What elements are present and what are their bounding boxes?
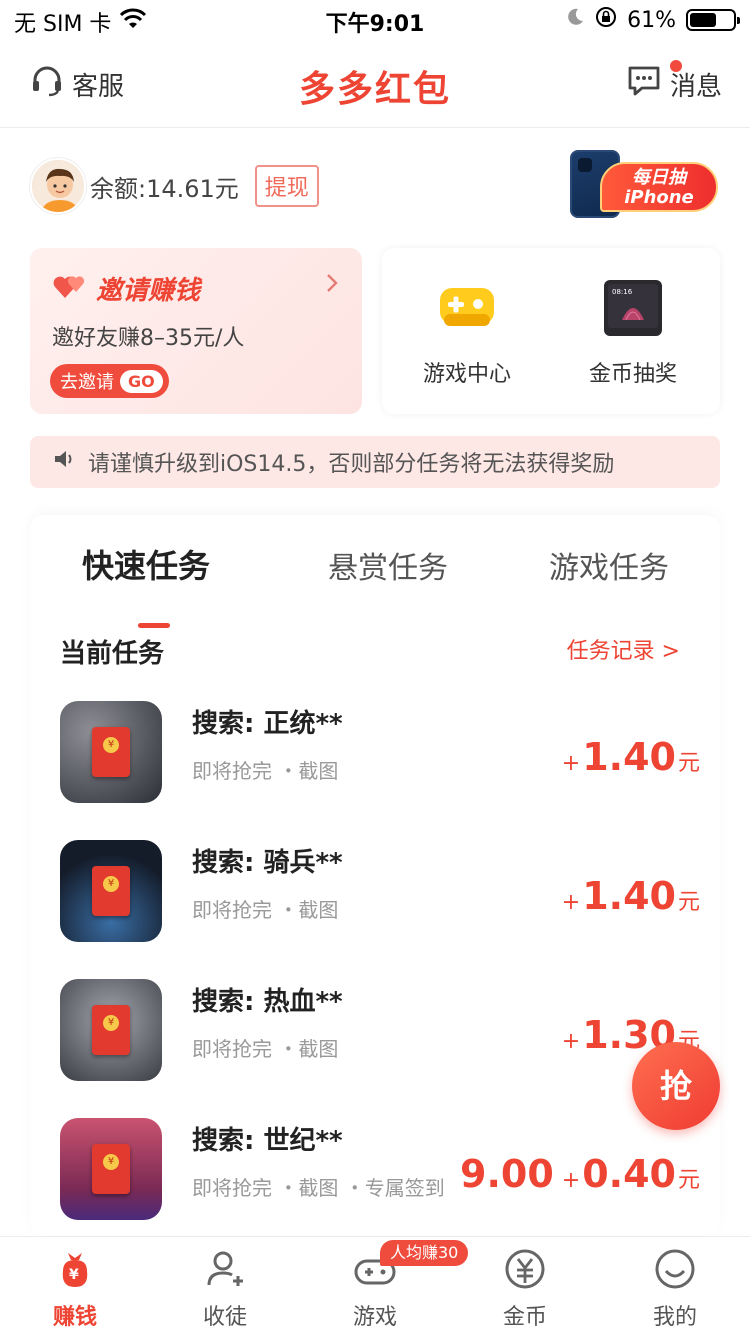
bottom-nav: ¥ 赚钱 收徒 游戏 金币 我的 bbox=[0, 1236, 750, 1334]
unread-dot bbox=[670, 60, 682, 72]
notice-text: 请谨慎升级到iOS14.5，否则部分任务将无法获得奖励 bbox=[88, 452, 615, 477]
red-envelope-icon bbox=[92, 1144, 130, 1194]
game-center-label: 游戏中心 bbox=[422, 362, 511, 387]
task-thumbnail bbox=[60, 701, 162, 803]
chevron-right-icon bbox=[324, 272, 340, 300]
balance-amount: 余额:14.61元 bbox=[90, 174, 239, 203]
reward-value: 1.40 bbox=[582, 735, 676, 779]
money-bag-icon: ¥ bbox=[51, 1245, 99, 1293]
svg-text:¥: ¥ bbox=[69, 1267, 79, 1283]
task-item[interactable]: 搜索: 世纪** 即将抢完 ・截图 ・专属签到 9.00 + 0.40 元 bbox=[60, 1118, 700, 1228]
go-invite-button[interactable]: 去邀请 GO bbox=[50, 364, 169, 398]
red-envelope-icon bbox=[92, 866, 130, 916]
rotation-lock-icon bbox=[595, 6, 617, 34]
balance-row: 余额:14.61元 提现 bbox=[30, 158, 319, 214]
reward-plus: + bbox=[561, 890, 581, 915]
section-title: 当前任务 bbox=[60, 639, 165, 669]
nav-coins[interactable]: 金币 bbox=[450, 1245, 600, 1331]
speaker-icon bbox=[52, 447, 76, 477]
app-header: 客服 多多红包 消息 bbox=[0, 42, 750, 128]
reward-plus: + bbox=[561, 751, 581, 776]
tools-card: 游戏中心 08:16 金币抽奖 bbox=[382, 248, 720, 414]
nav-recruit[interactable]: 收徒 bbox=[150, 1245, 300, 1331]
grab-button[interactable]: 抢 bbox=[632, 1042, 720, 1130]
nav-profile-label: 我的 bbox=[652, 1305, 697, 1330]
nav-coins-label: 金币 bbox=[502, 1305, 547, 1330]
smart-display-icon: 08:16 bbox=[600, 274, 666, 340]
coin-lottery-label: 金币抽奖 bbox=[588, 362, 677, 387]
task-meta: 即将抢完 ・截图 bbox=[192, 898, 339, 922]
notice-bar: 请谨慎升级到iOS14.5，否则部分任务将无法获得奖励 bbox=[30, 436, 720, 488]
tab-game-tasks[interactable]: 游戏任务 bbox=[549, 543, 669, 587]
nav-earn-label: 赚钱 bbox=[52, 1305, 97, 1330]
status-bar: 无 SIM 卡 下午9:01 61% bbox=[0, 0, 750, 42]
task-panel: 快速任务 悬赏任务 游戏任务 当前任务 任务记录 > 搜索: 正统** 即将抢完… bbox=[30, 515, 720, 1235]
svg-text:08:16: 08:16 bbox=[612, 288, 633, 296]
task-reward: 9.00 + 0.40 元 bbox=[460, 1152, 700, 1196]
add-user-icon bbox=[201, 1245, 249, 1293]
invite-title: 邀请赚钱 bbox=[96, 276, 201, 306]
task-reward: + 1.40 元 bbox=[562, 735, 700, 779]
withdraw-button[interactable]: 提现 bbox=[254, 165, 319, 207]
task-thumbnail bbox=[60, 1118, 162, 1220]
nav-games-badge: 人均赚30 bbox=[380, 1240, 469, 1266]
reward-plus: + bbox=[561, 1168, 581, 1193]
task-item[interactable]: 搜索: 正统** 即将抢完 ・截图 + 1.40 元 bbox=[60, 701, 700, 811]
smiley-icon bbox=[651, 1245, 699, 1293]
nav-recruit-label: 收徒 bbox=[202, 1305, 247, 1330]
promo-line1: 每日抽 bbox=[632, 167, 686, 188]
chat-bubble-icon bbox=[626, 64, 662, 105]
task-meta: 即将抢完 ・截图 ・专属签到 bbox=[192, 1176, 445, 1200]
reward-plus: + bbox=[561, 1029, 581, 1054]
task-history-link[interactable]: 任务记录 > bbox=[567, 633, 680, 665]
battery-percentage: 61% bbox=[627, 7, 676, 33]
reward-extra-value: 9.00 bbox=[460, 1152, 554, 1196]
go-invite-label: 去邀请 bbox=[60, 372, 114, 393]
nav-earn[interactable]: ¥ 赚钱 bbox=[0, 1245, 150, 1331]
gamepad-icon bbox=[434, 274, 500, 340]
task-meta: 即将抢完 ・截图 bbox=[192, 759, 339, 783]
task-tabs: 快速任务 悬赏任务 游戏任务 bbox=[30, 541, 720, 628]
avatar[interactable] bbox=[30, 158, 86, 214]
nav-games-label: 游戏 bbox=[352, 1305, 397, 1330]
reward-unit: 元 bbox=[677, 890, 700, 915]
reward-unit: 元 bbox=[677, 1168, 700, 1193]
promo-badge: 每日抽 iPhone bbox=[600, 162, 718, 212]
nav-profile[interactable]: 我的 bbox=[600, 1245, 750, 1331]
task-item[interactable]: 搜索: 骑兵** 即将抢完 ・截图 + 1.40 元 bbox=[60, 840, 700, 950]
invite-subtitle: 邀好友赚8–35元/人 bbox=[52, 326, 245, 351]
tab-bounty-tasks[interactable]: 悬赏任务 bbox=[328, 543, 448, 587]
red-envelope-icon bbox=[92, 1005, 130, 1055]
active-tab-indicator bbox=[138, 623, 170, 628]
task-name: 搜索: 骑兵** bbox=[192, 848, 343, 878]
task-name: 搜索: 热血** bbox=[192, 987, 343, 1017]
battery-icon bbox=[686, 9, 740, 31]
task-name: 搜索: 正统** bbox=[192, 709, 343, 739]
moon-icon bbox=[565, 7, 585, 33]
tab-quick-tasks[interactable]: 快速任务 bbox=[82, 541, 210, 587]
reward-value: 1.40 bbox=[582, 874, 676, 918]
task-item[interactable]: 搜索: 热血** 即将抢完 ・截图 + 1.30 元 bbox=[60, 979, 700, 1089]
promo-line2: iPhone bbox=[624, 187, 694, 208]
task-thumbnail bbox=[60, 840, 162, 942]
reward-value: 0.40 bbox=[582, 1152, 676, 1196]
daily-iphone-promo[interactable]: 每日抽 iPhone bbox=[570, 150, 718, 218]
reward-unit: 元 bbox=[677, 751, 700, 776]
task-thumbnail bbox=[60, 979, 162, 1081]
task-reward: + 1.40 元 bbox=[562, 874, 700, 918]
task-meta: 即将抢完 ・截图 bbox=[192, 1037, 339, 1061]
coin-lottery-tile[interactable]: 08:16 金币抽奖 bbox=[558, 274, 708, 388]
red-envelope-icon bbox=[92, 727, 130, 777]
hearts-icon bbox=[52, 270, 88, 307]
coin-icon bbox=[501, 1245, 549, 1293]
go-badge: GO bbox=[120, 369, 163, 393]
game-center-tile[interactable]: 游戏中心 bbox=[392, 274, 542, 388]
invite-card[interactable]: 邀请赚钱 邀好友赚8–35元/人 去邀请 GO bbox=[30, 248, 362, 414]
task-name: 搜索: 世纪** bbox=[192, 1126, 343, 1156]
